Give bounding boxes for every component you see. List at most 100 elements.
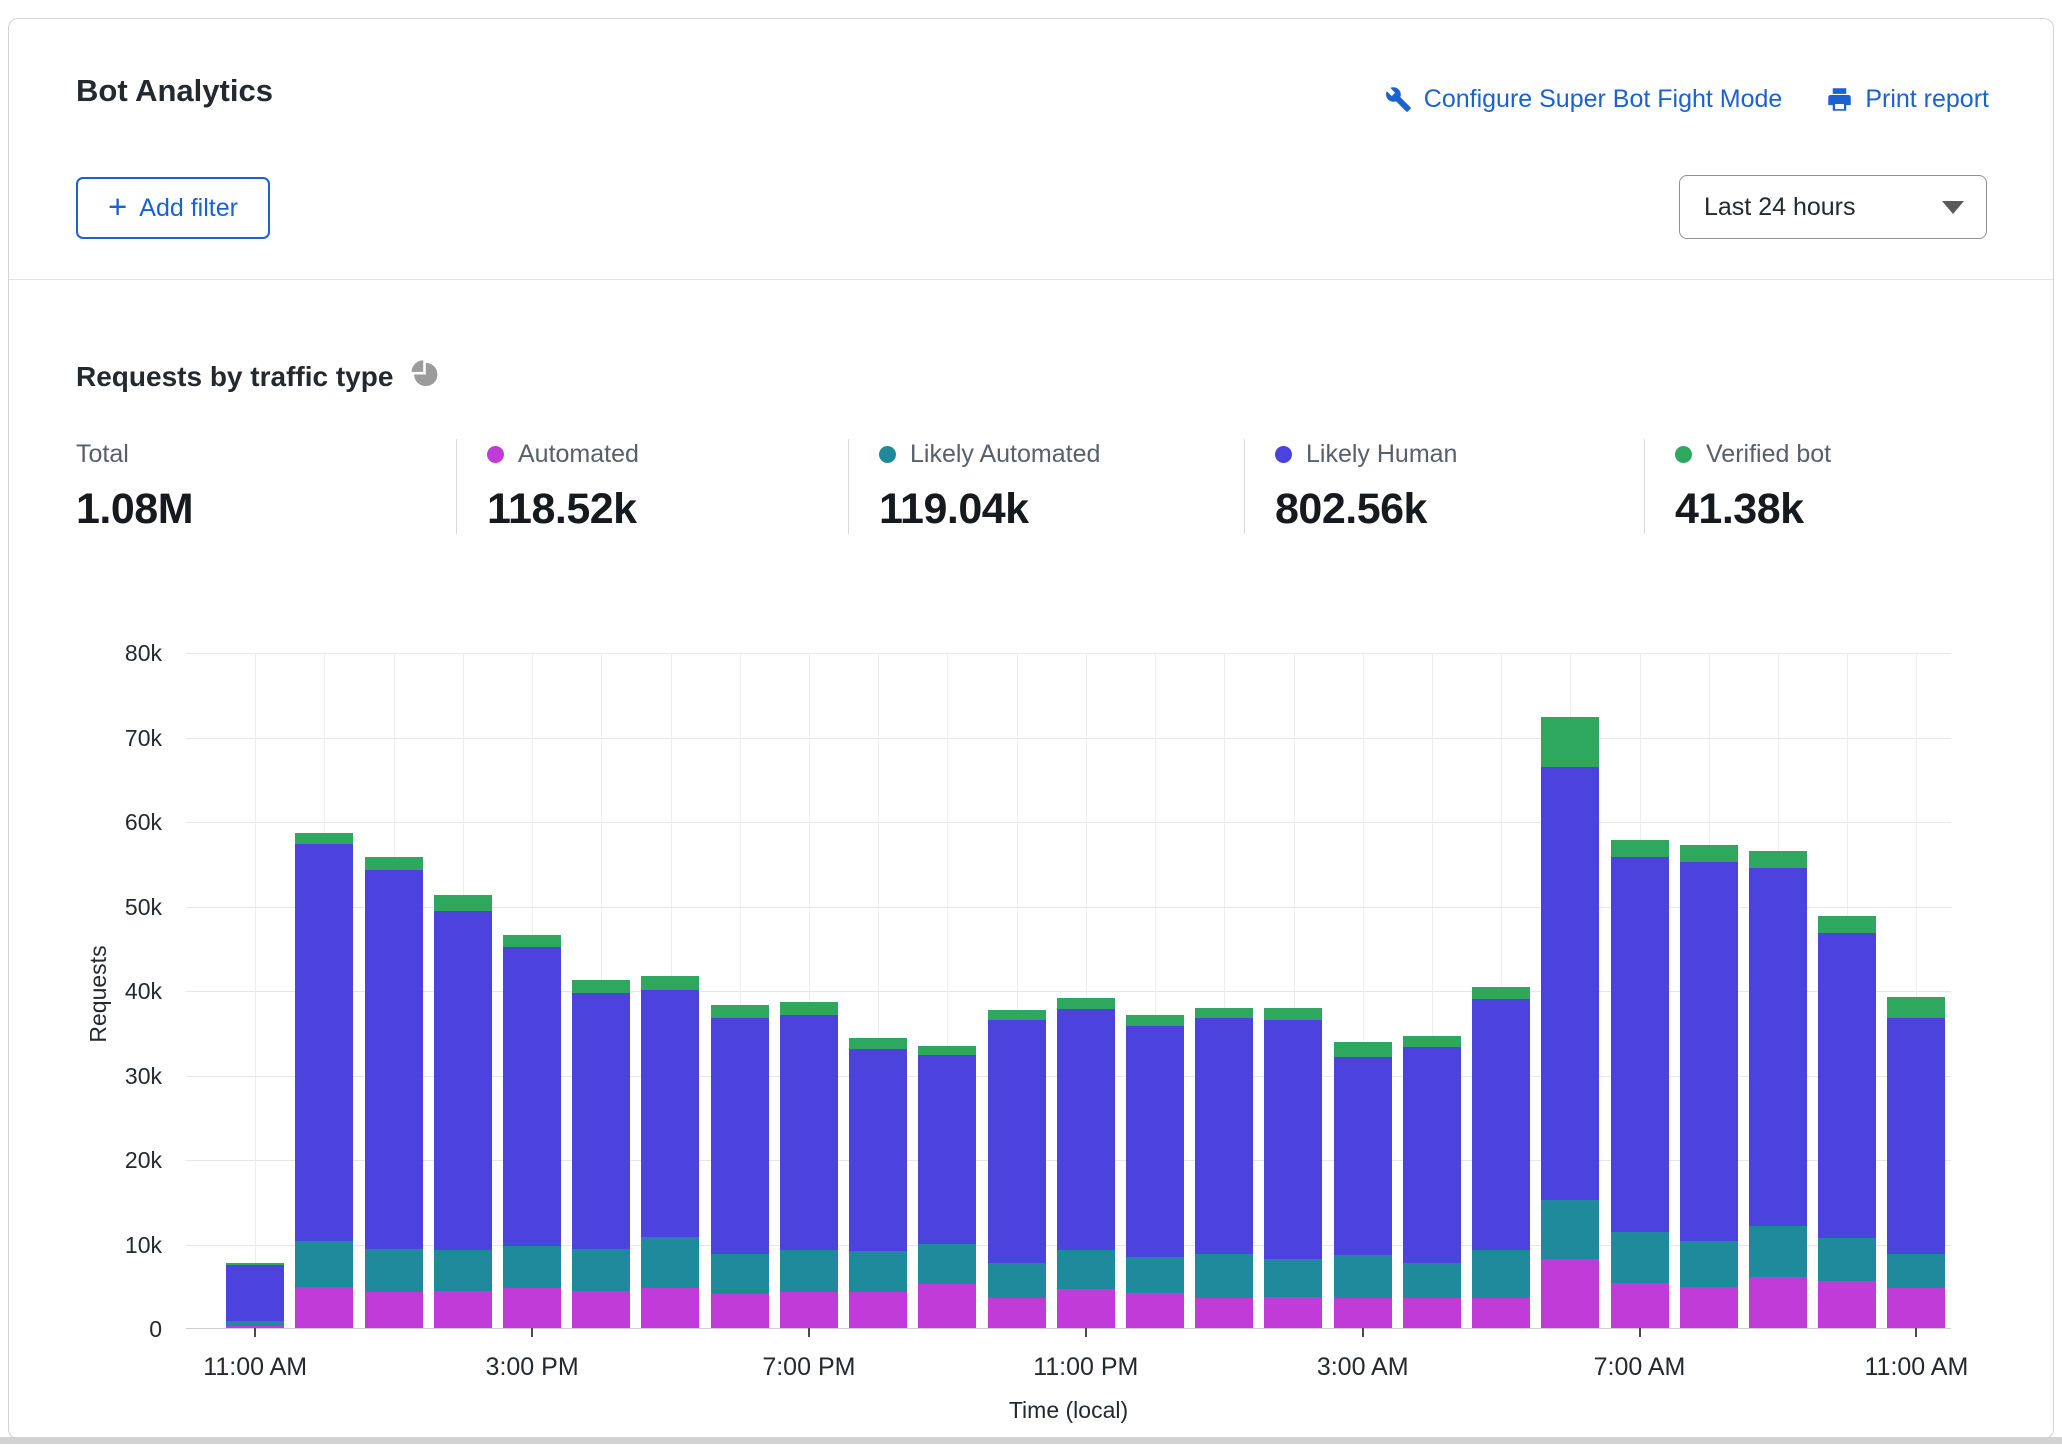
- x-tick-label: 11:00 AM: [1865, 1353, 1969, 1382]
- bar-segment-verified-bot: [988, 1010, 1046, 1020]
- configure-link-label: Configure Super Bot Fight Mode: [1424, 85, 1783, 114]
- bar-segment-verified-bot: [918, 1046, 976, 1055]
- time-range-select[interactable]: Last 24 hours: [1679, 175, 1987, 239]
- stacked-bar[interactable]: [1818, 916, 1876, 1328]
- bar-segment-likely-automated: [1680, 1241, 1738, 1287]
- stacked-bar[interactable]: [849, 1038, 907, 1328]
- stacked-bar[interactable]: [780, 1002, 838, 1328]
- stacked-bar[interactable]: [365, 857, 423, 1328]
- bar-segment-likely-human: [1541, 767, 1599, 1200]
- bar-segment-automated: [295, 1287, 353, 1328]
- bar-segment-verified-bot: [641, 976, 699, 990]
- bar-segment-likely-human: [1334, 1057, 1392, 1255]
- stacked-bar[interactable]: [711, 1005, 769, 1328]
- stacked-bar[interactable]: [1887, 997, 1945, 1328]
- stat-automated[interactable]: Automated 118.52k: [456, 439, 848, 534]
- bar-segment-automated: [1195, 1298, 1253, 1328]
- x-tick-mark: [808, 1328, 810, 1337]
- bar-segment-verified-bot: [1887, 997, 1945, 1018]
- time-range-value: Last 24 hours: [1704, 193, 1856, 222]
- stacked-bar[interactable]: [434, 895, 492, 1328]
- bar-segment-likely-human: [780, 1015, 838, 1250]
- bar-segment-automated: [1126, 1293, 1184, 1328]
- stacked-bar[interactable]: [1749, 851, 1807, 1328]
- page-title: Bot Analytics: [76, 73, 273, 109]
- stacked-bar[interactable]: [641, 976, 699, 1328]
- bar-segment-automated: [1334, 1298, 1392, 1328]
- stacked-bar[interactable]: [226, 1263, 284, 1328]
- stacked-bar[interactable]: [1680, 845, 1738, 1328]
- plus-icon: +: [108, 190, 127, 223]
- bar-segment-verified-bot: [365, 857, 423, 871]
- stacked-bar[interactable]: [918, 1046, 976, 1328]
- x-tick-label: 11:00 AM: [203, 1353, 307, 1382]
- stacked-bar[interactable]: [1264, 1008, 1322, 1328]
- stacked-bar[interactable]: [1334, 1042, 1392, 1328]
- bar-segment-likely-automated: [1541, 1200, 1599, 1259]
- bar-segment-likely-automated: [780, 1250, 838, 1291]
- x-tick-mark: [531, 1328, 533, 1337]
- stat-likely-automated[interactable]: Likely Automated 119.04k: [848, 439, 1244, 534]
- section-title: Requests by traffic type: [76, 361, 393, 393]
- stat-likely-human[interactable]: Likely Human 802.56k: [1244, 439, 1644, 534]
- stacked-bar[interactable]: [503, 935, 561, 1328]
- bar-segment-automated: [918, 1284, 976, 1328]
- bar-segment-verified-bot: [1334, 1042, 1392, 1057]
- gridline-horizontal: [186, 738, 1951, 739]
- bar-segment-likely-automated: [849, 1251, 907, 1292]
- chart-plot-area: [186, 653, 1951, 1329]
- stat-value: 41.38k: [1675, 485, 1984, 534]
- stat-total[interactable]: Total 1.08M: [76, 439, 456, 534]
- automated-dot: [487, 446, 504, 463]
- stacked-bar[interactable]: [988, 1010, 1046, 1328]
- bar-segment-likely-human: [1195, 1018, 1253, 1254]
- bar-segment-verified-bot: [1680, 845, 1738, 862]
- stacked-bar[interactable]: [295, 833, 353, 1328]
- stat-label: Verified bot: [1706, 440, 1831, 469]
- y-tick-label: 60k: [38, 809, 162, 836]
- add-filter-button[interactable]: + Add filter: [76, 177, 270, 239]
- bar-segment-likely-human: [572, 993, 630, 1250]
- stat-label: Total: [76, 440, 129, 469]
- stacked-bar[interactable]: [1541, 717, 1599, 1328]
- configure-super-bot-fight-mode-link[interactable]: Configure Super Bot Fight Mode: [1385, 85, 1783, 114]
- bar-segment-likely-human: [226, 1265, 284, 1322]
- x-tick-mark: [1085, 1328, 1087, 1337]
- bar-segment-likely-automated: [503, 1246, 561, 1288]
- x-tick-label: 3:00 PM: [486, 1353, 579, 1382]
- bar-segment-likely-human: [918, 1055, 976, 1243]
- stacked-bar[interactable]: [1611, 840, 1669, 1328]
- x-tick-mark: [1362, 1328, 1364, 1337]
- bar-segment-automated: [1611, 1283, 1669, 1328]
- bar-segment-verified-bot: [1611, 840, 1669, 856]
- stat-value: 802.56k: [1275, 485, 1644, 534]
- bar-segment-likely-automated: [1887, 1254, 1945, 1289]
- stacked-bar[interactable]: [1403, 1036, 1461, 1328]
- bar-segment-verified-bot: [711, 1005, 769, 1018]
- stacked-bar[interactable]: [1195, 1008, 1253, 1328]
- bar-segment-likely-human: [641, 990, 699, 1237]
- bar-segment-likely-automated: [711, 1254, 769, 1295]
- bar-segment-automated: [1472, 1298, 1530, 1328]
- stat-value: 119.04k: [879, 485, 1244, 534]
- stat-value: 118.52k: [487, 485, 848, 534]
- likely-automated-dot: [879, 446, 896, 463]
- bar-segment-likely-human: [1472, 999, 1530, 1251]
- print-report-link[interactable]: Print report: [1826, 85, 1989, 114]
- stacked-bar[interactable]: [1126, 1015, 1184, 1328]
- bar-segment-verified-bot: [1749, 851, 1807, 868]
- x-tick-mark: [254, 1328, 256, 1337]
- bar-segment-automated: [1057, 1289, 1115, 1328]
- stat-label: Automated: [518, 440, 639, 469]
- stat-verified-bot[interactable]: Verified bot 41.38k: [1644, 439, 1984, 534]
- bar-segment-likely-human: [365, 870, 423, 1249]
- traffic-type-stats: Total 1.08M Automated 118.52k Likely Aut…: [76, 439, 1984, 534]
- gridline-horizontal: [186, 822, 1951, 823]
- stacked-bar[interactable]: [1057, 998, 1115, 1328]
- stacked-bar[interactable]: [1472, 987, 1530, 1328]
- bar-segment-automated: [1749, 1277, 1807, 1329]
- bar-segment-verified-bot: [780, 1002, 838, 1016]
- bar-segment-verified-bot: [295, 833, 353, 844]
- bar-segment-verified-bot: [849, 1038, 907, 1049]
- stacked-bar[interactable]: [572, 980, 630, 1328]
